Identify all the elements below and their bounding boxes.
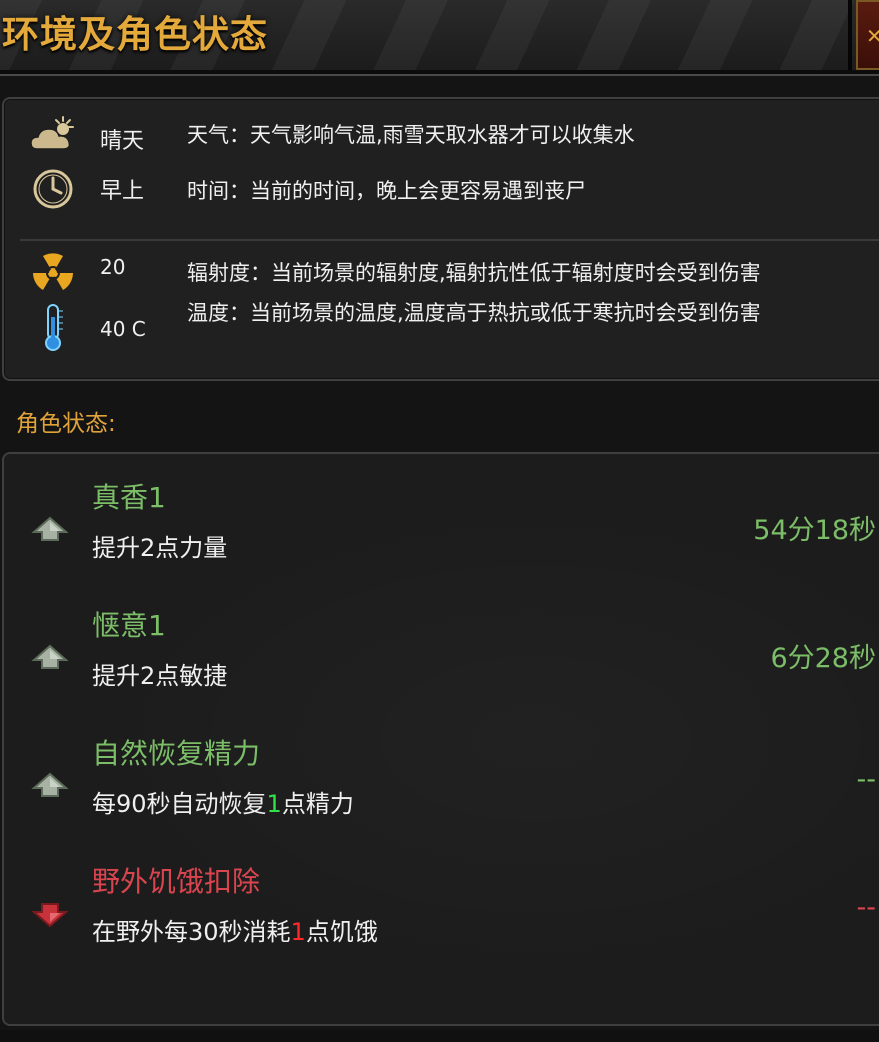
bottom-edge (0, 1030, 879, 1042)
weather-row: 晴天 天气：天气影响气温,雨雪天取水器才可以收集水 (4, 115, 879, 155)
thermometer-icon (28, 304, 78, 351)
status-item[interactable]: 自然恢复精力 每90秒自动恢复1点精力 -- (4, 732, 879, 842)
header-divider (848, 0, 852, 72)
temperature-description: 温度：当前场景的温度,温度高于热抗或低于寒抗时会受到伤害 (187, 301, 761, 325)
status-item[interactable]: 惬意1 提升2点敏捷 6分28秒 (4, 604, 879, 714)
environment-divider (20, 239, 879, 241)
status-description: 提升2点敏捷 (92, 662, 228, 690)
status-item[interactable]: 真香1 提升2点力量 54分18秒 (4, 476, 879, 586)
time-row: 早上 时间：当前的时间，晚上会更容易遇到丧尸 (4, 169, 879, 209)
radiation-row: 20 辐射度：当前场景的辐射度,辐射抗性低于辐射度时会受到伤害 (4, 251, 879, 291)
status-timer: 6分28秒 (770, 643, 876, 674)
title-bar: 环境及角色状态 ✕ (0, 0, 879, 76)
status-name: 惬意1 (92, 609, 166, 642)
arrow-up-icon (31, 644, 69, 669)
status-description: 每90秒自动恢复1点精力 (92, 790, 354, 818)
status-item[interactable]: 野外饥饿扣除 在野外每30秒消耗1点饥饿 -- (4, 860, 879, 970)
radiation-icon (28, 251, 78, 295)
environment-panel: 晴天 天气：天气影响气温,雨雪天取水器才可以收集水 早上 时间：当前的时间，晚上… (2, 97, 879, 381)
status-description: 提升2点力量 (92, 534, 228, 562)
radiation-description: 辐射度：当前场景的辐射度,辐射抗性低于辐射度时会受到伤害 (187, 261, 761, 285)
arrow-up-icon (31, 516, 69, 541)
time-value: 早上 (100, 179, 145, 204)
radiation-value: 20 (100, 255, 126, 279)
temperature-value: 40 C (100, 317, 146, 341)
partly-cloudy-icon (28, 113, 78, 157)
status-description: 在野外每30秒消耗1点饥饿 (92, 918, 378, 946)
close-button[interactable]: ✕ (856, 0, 879, 70)
arrow-up-icon (31, 772, 69, 797)
status-heading: 角色状态: (16, 411, 116, 437)
weather-value: 晴天 (100, 129, 145, 154)
status-name: 真香1 (92, 481, 166, 514)
status-timer: 54分18秒 (753, 515, 876, 546)
status-name: 自然恢复精力 (92, 737, 261, 770)
weather-description: 天气：天气影响气温,雨雪天取水器才可以收集水 (187, 123, 635, 147)
status-timer: -- (856, 892, 877, 923)
temperature-row: 40 C 温度：当前场景的温度,温度高于热抗或低于寒抗时会受到伤害 (4, 299, 879, 351)
clock-icon (28, 167, 78, 211)
status-name: 野外饥饿扣除 (92, 865, 261, 898)
status-timer: -- (856, 764, 877, 795)
page-title: 环境及角色状态 (2, 13, 268, 56)
time-description: 时间：当前的时间，晚上会更容易遇到丧尸 (187, 179, 586, 203)
close-icon: ✕ (866, 24, 879, 48)
status-panel: 真香1 提升2点力量 54分18秒 惬意1 提升2点敏捷 6分28秒 自然恢复精… (2, 452, 879, 1026)
arrow-down-icon (31, 903, 69, 928)
